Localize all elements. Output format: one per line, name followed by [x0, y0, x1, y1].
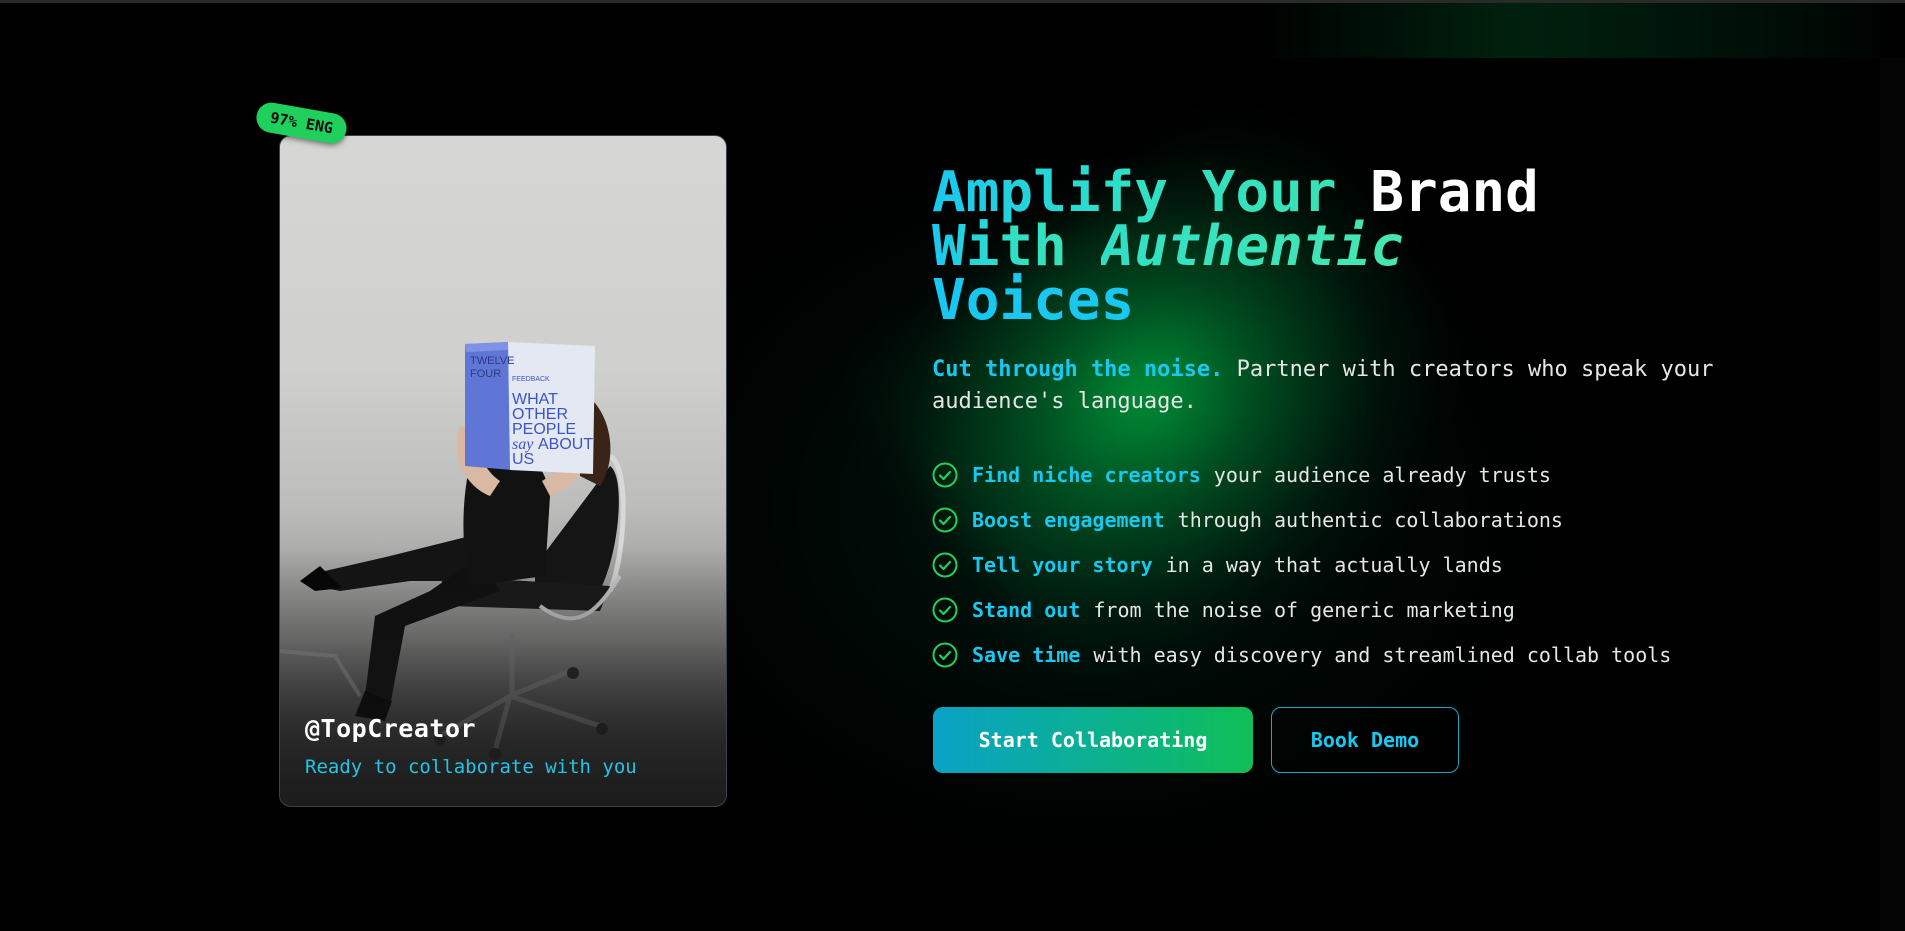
feature-title: Save time	[972, 642, 1081, 667]
feature-title: Find niche creators	[972, 462, 1201, 487]
check-circle-icon	[932, 552, 958, 578]
headline-part-5: Voices	[932, 268, 1135, 333]
page: TWELVE FOUR FEEDBACK WHAT OTHER PEOPLE s…	[0, 0, 1905, 931]
feature-item: Tell your story in a way that actually l…	[932, 542, 1832, 587]
feature-text: through authentic collaborations	[1177, 507, 1563, 532]
lead-emphasis: Cut through the noise.	[932, 357, 1224, 382]
feature-item: Save time with easy discovery and stream…	[932, 632, 1832, 677]
feature-title: Stand out	[972, 597, 1081, 622]
feature-text: your audience already trusts	[1213, 462, 1551, 487]
book-demo-button[interactable]: Book Demo	[1271, 707, 1459, 773]
magazine-spine-text: TWELVE	[470, 355, 514, 367]
svg-text:US: US	[512, 451, 534, 468]
svg-text:ABOUT: ABOUT	[538, 436, 593, 453]
svg-text:FOUR: FOUR	[470, 368, 501, 380]
feature-text: in a way that actually lands	[1165, 552, 1503, 577]
creator-handle: @TopCreator	[305, 714, 477, 743]
check-circle-icon	[932, 597, 958, 623]
page-edge	[1880, 58, 1905, 931]
creator-subtitle: Ready to collaborate with you	[305, 756, 637, 778]
feature-title: Tell your story	[972, 552, 1153, 577]
check-circle-icon	[932, 642, 958, 668]
check-circle-icon	[932, 462, 958, 488]
creator-card[interactable]: TWELVE FOUR FEEDBACK WHAT OTHER PEOPLE s…	[279, 135, 727, 807]
start-collaborating-button[interactable]: Start Collaborating	[933, 707, 1253, 773]
feature-item: Stand out from the noise of generic mark…	[932, 587, 1832, 632]
feature-title: Boost engagement	[972, 507, 1165, 532]
top-glow-strip	[1250, 3, 1905, 58]
feature-item: Boost engagement through authentic colla…	[932, 497, 1832, 542]
feature-list: Find niche creators your audience alread…	[932, 452, 1832, 677]
check-circle-icon	[932, 507, 958, 533]
hero-lead: Cut through the noise. Partner with crea…	[932, 354, 1752, 418]
headline-part-4: Authentic	[1100, 214, 1405, 279]
feature-text: with easy discovery and streamlined coll…	[1093, 642, 1672, 667]
feature-text: from the noise of generic marketing	[1093, 597, 1515, 622]
hero-headline: Amplify Your Brand With Authentic Voices	[932, 165, 1832, 329]
feature-item: Find niche creators your audience alread…	[932, 452, 1832, 497]
svg-text:FEEDBACK: FEEDBACK	[512, 376, 550, 383]
